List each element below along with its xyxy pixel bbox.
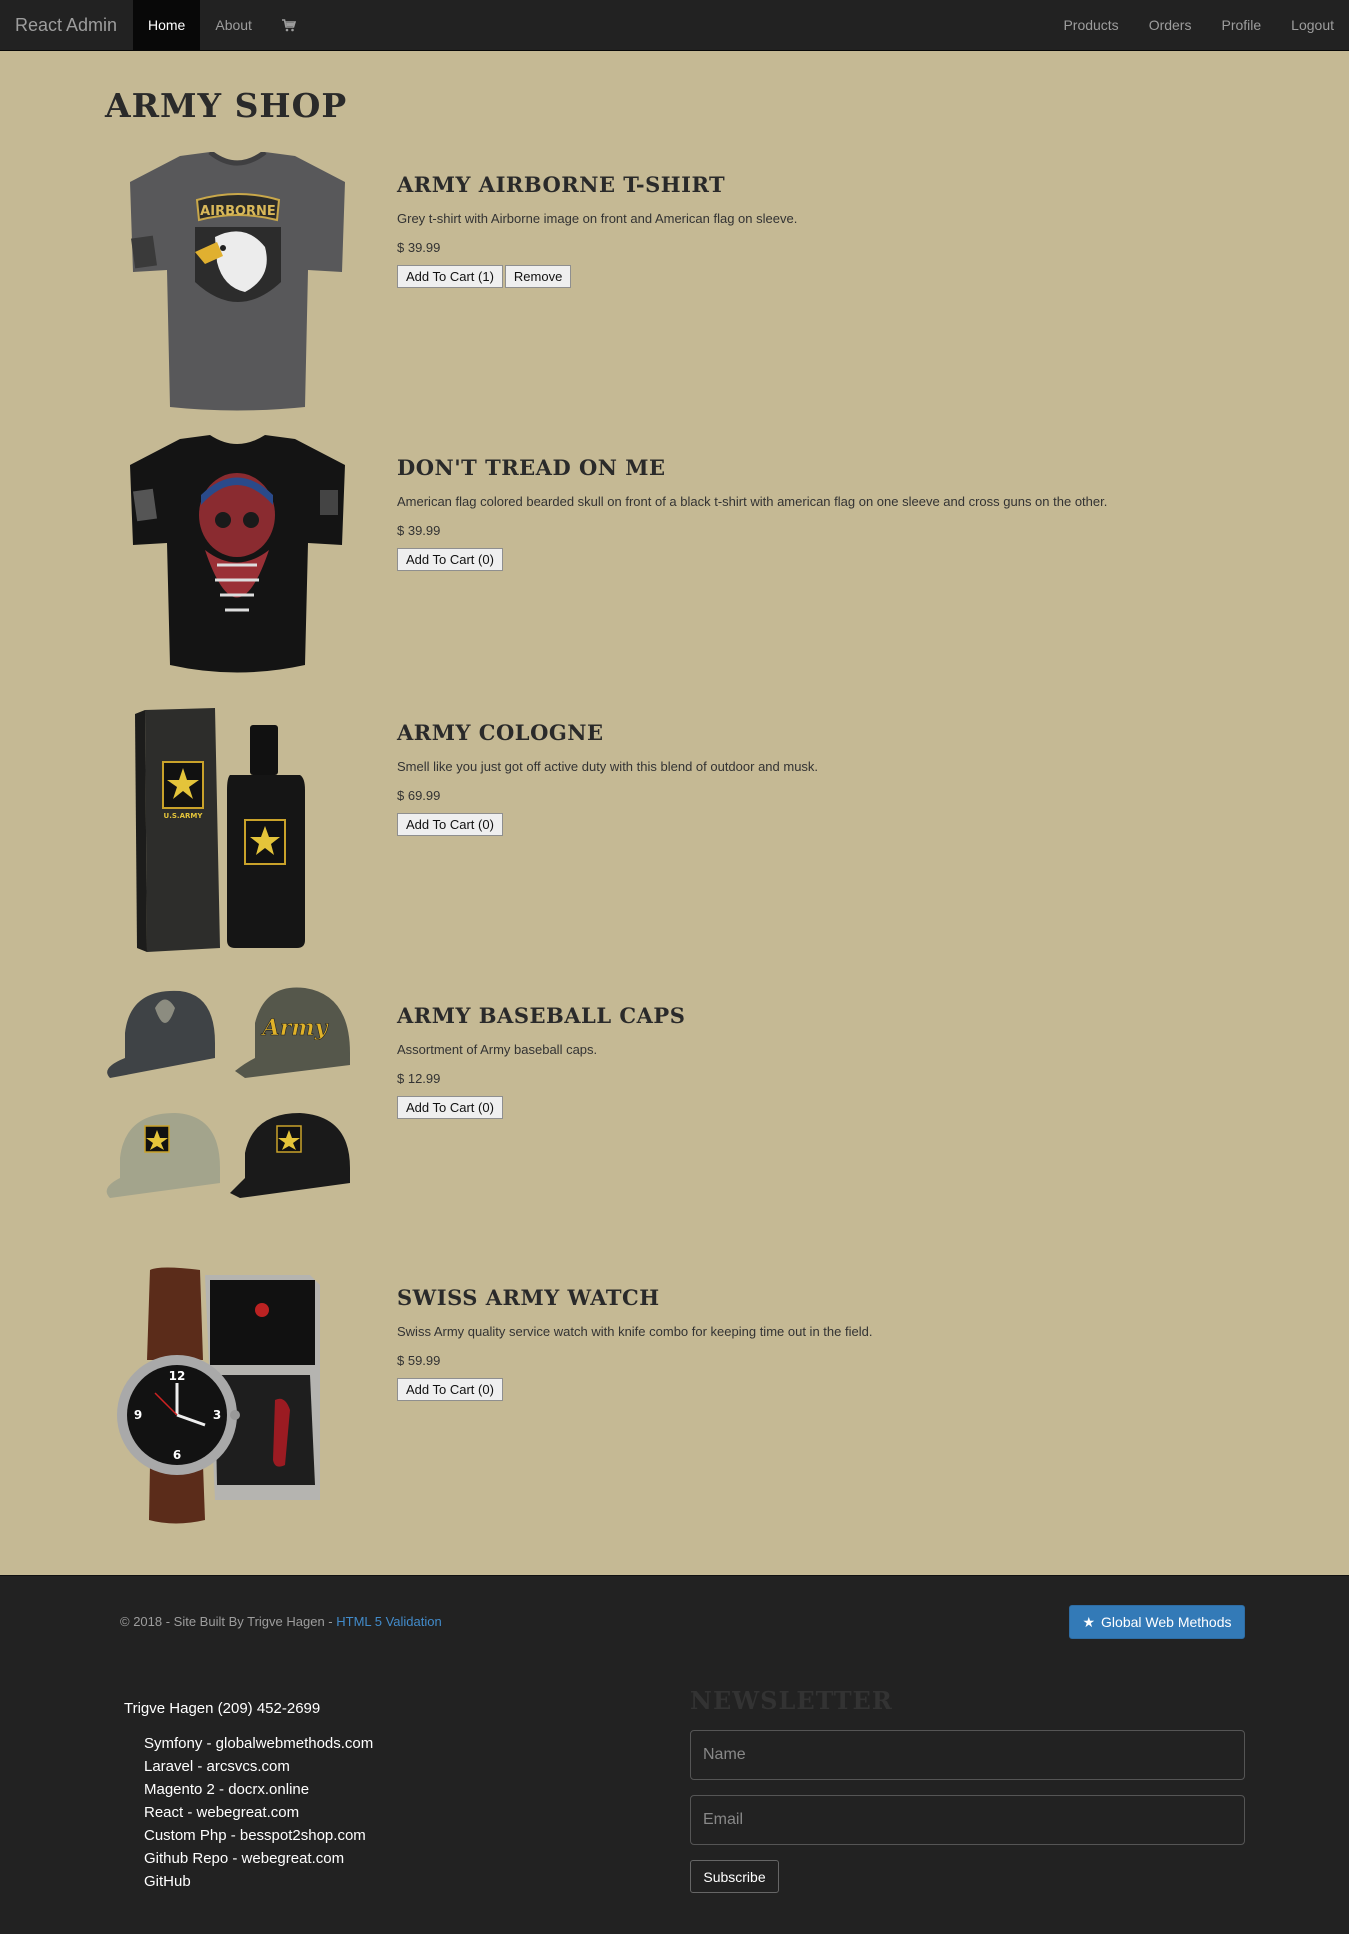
product-info: ARMY COLOGNE Smell like you just got off… (397, 720, 1297, 836)
shopping-cart-icon (281, 18, 296, 31)
product-description: Assortment of Army baseball caps. (397, 1042, 598, 1057)
site-links-list: Symfony - globalwebmethods.com Laravel -… (144, 1732, 373, 1893)
product-name: SWISS ARMY WATCH (397, 1285, 660, 1310)
product-card: AIRBORNE ARMY AIRBORNE T-SHIRT Grey t-sh… (105, 149, 1245, 412)
product-actions: Add To Cart (0) (397, 1378, 1297, 1401)
svg-text:Army: Army (261, 1015, 330, 1041)
site-link[interactable]: Github Repo - webegreat.com (144, 1847, 373, 1870)
add-to-cart-button[interactable]: Add To Cart (1) (397, 265, 503, 288)
product-price: $ 59.99 (397, 1353, 441, 1368)
product-actions: Add To Cart (0) (397, 813, 1297, 836)
add-to-cart-button[interactable]: Add To Cart (0) (397, 813, 503, 836)
product-price: $ 12.99 (397, 1071, 441, 1086)
product-image-dont-tread-tshirt (105, 435, 370, 695)
product-name: ARMY BASEBALL CAPS (397, 1003, 686, 1028)
product-price: $ 69.99 (397, 788, 441, 803)
nav-profile[interactable]: Profile (1206, 0, 1276, 50)
nav-left: Home About (133, 0, 311, 50)
add-to-cart-button[interactable]: Add To Cart (0) (397, 1378, 503, 1401)
product-description: Grey t-shirt with Airborne image on fron… (397, 211, 798, 226)
subscribe-button[interactable]: Subscribe (690, 1860, 779, 1893)
site-link[interactable]: Magento 2 - docrx.online (144, 1778, 373, 1801)
nav-logout[interactable]: Logout (1276, 0, 1349, 50)
copyright-text: © 2018 - Site Built By Trigve Hagen - HT… (120, 1614, 442, 1629)
nav-home[interactable]: Home (133, 0, 201, 50)
product-actions: Add To Cart (0) (397, 1096, 1297, 1119)
product-card: U.S.ARMY ARMY COLOGNE Smell like you jus… (105, 700, 1245, 960)
global-web-methods-button[interactable]: ★ Global Web Methods (1069, 1605, 1245, 1639)
newsletter-email-input[interactable] (690, 1795, 1245, 1845)
product-info: DON'T TREAD ON ME American flag colored … (397, 455, 1297, 571)
nav-orders[interactable]: Orders (1134, 0, 1207, 50)
nav-about[interactable]: About (200, 0, 267, 50)
svg-text:12: 12 (169, 1369, 186, 1383)
nav-cart[interactable] (267, 0, 311, 50)
remove-button[interactable]: Remove (504, 265, 572, 288)
product-card: 12 3 6 9 SWISS ARMY WATCH Swiss Army qua… (105, 1265, 1245, 1525)
product-price: $ 39.99 (397, 240, 441, 255)
product-name: DON'T TREAD ON ME (397, 455, 666, 480)
product-price: $ 39.99 (397, 523, 441, 538)
product-name: ARMY COLOGNE (397, 720, 604, 745)
svg-text:AIRBORNE: AIRBORNE (200, 204, 276, 219)
add-to-cart-button[interactable]: Add To Cart (0) (397, 1096, 503, 1119)
product-name: ARMY AIRBORNE T-SHIRT (397, 172, 726, 197)
product-card: Army ARMY BASEBALL CAPS Assortment of Ar… (105, 983, 1245, 1243)
html5-validation-link[interactable]: HTML 5 Validation (336, 1614, 442, 1629)
copyright-label: © 2018 - Site Built By Trigve Hagen - (120, 1614, 337, 1629)
site-link[interactable]: Symfony - globalwebmethods.com (144, 1732, 373, 1755)
product-info: ARMY BASEBALL CAPS Assortment of Army ba… (397, 1003, 1297, 1119)
product-info: ARMY AIRBORNE T-SHIRT Grey t-shirt with … (397, 172, 1297, 288)
product-image-army-cologne: U.S.ARMY (105, 700, 370, 960)
product-image-airborne-tshirt: AIRBORNE (105, 149, 370, 412)
product-actions: Add To Cart (0) (397, 548, 1297, 571)
svg-text:U.S.ARMY: U.S.ARMY (164, 812, 204, 820)
product-image-baseball-caps: Army (105, 983, 370, 1243)
footer: © 2018 - Site Built By Trigve Hagen - HT… (0, 1575, 1349, 1934)
product-actions: Add To Cart (1) Remove (397, 265, 1297, 288)
global-web-methods-label: Global Web Methods (1101, 1614, 1232, 1630)
top-navbar: React Admin Home About Products Orders P… (0, 0, 1349, 51)
product-description: Smell like you just got off active duty … (397, 759, 819, 774)
brand-link[interactable]: React Admin (15, 0, 117, 50)
product-description: Swiss Army quality service watch with kn… (397, 1324, 873, 1339)
newsletter-title: NEWSLETTER (690, 1686, 893, 1715)
newsletter-name-input[interactable] (690, 1730, 1245, 1780)
product-description: American flag colored bearded skull on f… (397, 494, 1108, 509)
svg-text:9: 9 (134, 1408, 142, 1422)
star-icon: ★ (1082, 1613, 1096, 1630)
product-card: DON'T TREAD ON ME American flag colored … (105, 435, 1245, 695)
nav-right: Products Orders Profile Logout (1048, 0, 1349, 50)
svg-text:6: 6 (173, 1448, 181, 1462)
product-info: SWISS ARMY WATCH Swiss Army quality serv… (397, 1285, 1297, 1401)
contact-info: Trigve Hagen (209) 452-2699 (124, 1700, 321, 1717)
site-link[interactable]: Laravel - arcsvcs.com (144, 1755, 373, 1778)
site-link[interactable]: GitHub (144, 1870, 373, 1893)
nav-products[interactable]: Products (1048, 0, 1133, 50)
site-link[interactable]: React - webegreat.com (144, 1801, 373, 1824)
page-title: ARMY SHOP (105, 86, 348, 125)
add-to-cart-button[interactable]: Add To Cart (0) (397, 548, 503, 571)
site-link[interactable]: Custom Php - besspot2shop.com (144, 1824, 373, 1847)
svg-text:3: 3 (213, 1408, 221, 1422)
product-image-swiss-army-watch: 12 3 6 9 (105, 1265, 370, 1525)
